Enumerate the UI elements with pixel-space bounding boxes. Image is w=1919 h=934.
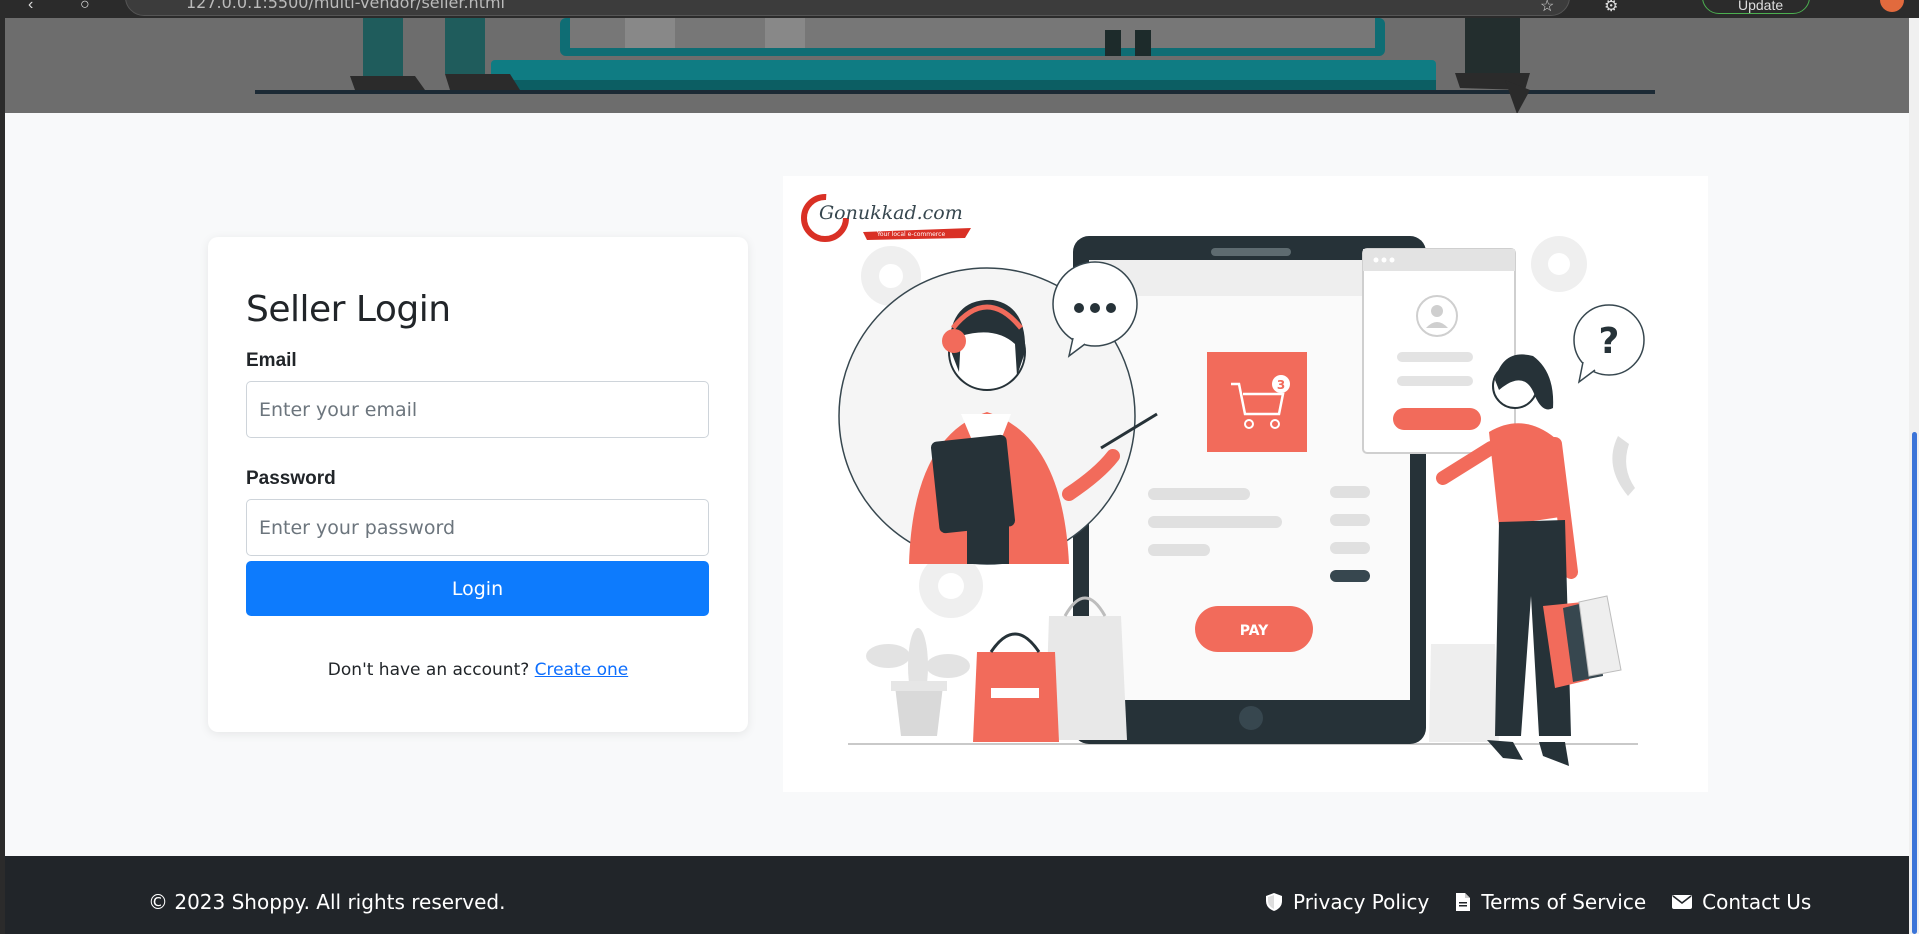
back-arrow-icon[interactable]: ‹	[28, 0, 33, 14]
terms-of-service-link[interactable]: Terms of Service	[1455, 890, 1646, 914]
cart-badge: 3	[1277, 378, 1285, 392]
brand-logo-text: Gonukkad.com	[819, 202, 963, 224]
browser-toolbar: ‹ ○ 127.0.0.1:5500/multi-vendor/seller.h…	[0, 0, 1919, 18]
privacy-policy-link[interactable]: Privacy Policy	[1265, 890, 1429, 914]
brand-logo: Gonukkad.com Your local e-commerce	[801, 188, 971, 246]
address-bar[interactable]: 127.0.0.1:5500/multi-vendor/seller.html	[125, 0, 1570, 16]
update-button-label: Update	[1738, 0, 1784, 13]
extensions-icon[interactable]: ⚙	[1604, 0, 1618, 16]
login-button[interactable]: Login	[246, 561, 709, 616]
password-label: Password	[246, 468, 336, 489]
question-mark: ?	[1599, 321, 1620, 362]
footer-copyright: © 2023 Shoppy. All rights reserved.	[148, 890, 506, 914]
seller-illustration: 3 PAY ? Gonukkad.com Your local e-commer…	[783, 176, 1708, 792]
page-content: Seller Login Email Password Login Don't …	[5, 18, 1909, 934]
footer-links: Privacy Policy Terms of Service Contact …	[1265, 890, 1811, 914]
email-label: Email	[246, 350, 297, 371]
address-bar-url: 127.0.0.1:5500/multi-vendor/seller.html	[186, 0, 505, 12]
terms-of-service-label: Terms of Service	[1481, 890, 1647, 914]
login-card: Seller Login Email Password Login Don't …	[208, 237, 748, 732]
envelope-icon	[1672, 894, 1693, 910]
email-input[interactable]	[246, 381, 709, 438]
hero-banner-image	[5, 18, 1909, 113]
ecommerce-support-illustration: 3 PAY ?	[838, 236, 1645, 766]
site-footer: © 2023 Shoppy. All rights reserved. Priv…	[5, 856, 1909, 934]
login-title: Seller Login	[246, 289, 451, 330]
brand-logo-tagline: Your local e-commerce	[877, 231, 946, 238]
bookmark-icon[interactable]: ☆	[1540, 0, 1554, 16]
contact-us-link[interactable]: Contact Us	[1672, 890, 1811, 914]
hero-banner-illustration	[5, 18, 1909, 113]
password-input[interactable]	[246, 499, 709, 556]
profile-avatar[interactable]	[1880, 0, 1904, 12]
signup-prompt-text: Don't have an account?	[327, 660, 530, 680]
update-button[interactable]: Update	[1702, 0, 1810, 14]
pay-label: PAY	[1240, 623, 1269, 639]
contact-us-label: Contact Us	[1702, 890, 1812, 914]
reload-icon[interactable]: ○	[80, 0, 90, 14]
page-scrollbar-thumb[interactable]	[1912, 432, 1917, 934]
privacy-policy-label: Privacy Policy	[1293, 890, 1430, 914]
document-icon	[1455, 892, 1471, 912]
signup-prompt: Don't have an account? Create one	[208, 660, 748, 680]
create-account-link[interactable]: Create one	[535, 660, 629, 680]
shield-icon	[1265, 892, 1283, 912]
